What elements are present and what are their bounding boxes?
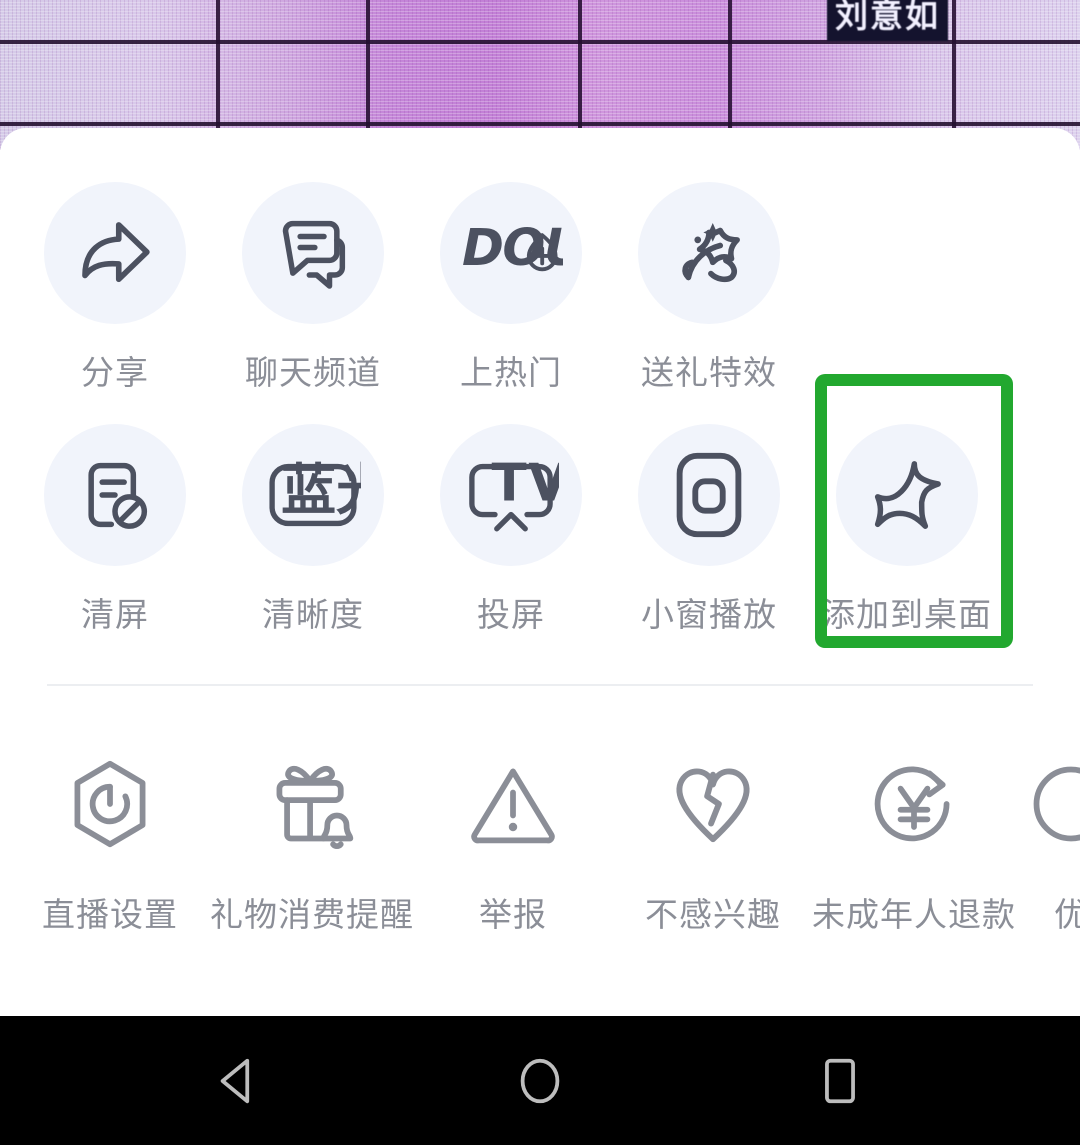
action-label: 送礼特效 (641, 353, 777, 392)
clear-screen-icon (88, 462, 148, 529)
action-grid-row-1: 分享 聊天频道 DO 上热门 送礼特效 (0, 176, 1080, 394)
action-cast[interactable]: TV 投屏 (412, 418, 610, 636)
icon-wrap (258, 750, 366, 858)
action-grid-row-2: 清屏 蓝光 清晰度 TV (0, 374, 1080, 648)
hexagon-gear-icon (74, 760, 146, 848)
pin-icon (874, 461, 941, 529)
tv-cast-icon: TV (469, 454, 559, 532)
action-not-interested[interactable]: 不感兴趣 (614, 750, 812, 936)
icon-wrap (459, 750, 567, 858)
home-circle-icon (520, 1058, 560, 1103)
recents-square-icon (825, 1058, 855, 1103)
action-label: 上热门 (460, 353, 562, 392)
action-live-settings[interactable]: 直播设置 (10, 750, 210, 936)
icon-circle: TV (440, 424, 582, 566)
icon-wrap (56, 750, 164, 858)
icon-circle (638, 182, 780, 324)
android-navigation-bar (0, 1016, 1080, 1145)
action-label: 清屏 (81, 595, 149, 634)
streamer-name-tag: 刘意如 (827, 0, 948, 42)
icon-circle (44, 424, 186, 566)
icon-wrap (860, 750, 968, 858)
action-label: 不感兴趣 (645, 895, 781, 934)
icon-wrap (659, 750, 767, 858)
more-actions-sheet: 分享 聊天频道 DO 上热门 送礼特效 清屏 蓝 清晰度 T 投屏 小窗播放 添… (0, 128, 1080, 1016)
bluray-quality-icon: 蓝光 (269, 458, 361, 527)
clipped-icon (1033, 766, 1080, 842)
action-mini-window[interactable]: 小窗播放 (610, 418, 808, 636)
icon-circle (242, 182, 384, 324)
action-label: 礼物消费提醒 (210, 895, 414, 934)
action-label: 添加到桌面 (822, 595, 992, 634)
icon-circle (836, 424, 978, 566)
action-label: 优 (1054, 895, 1080, 934)
nav-back-button[interactable] (160, 1016, 320, 1145)
yuan-refund-icon (874, 766, 950, 842)
nav-recents-button[interactable] (760, 1016, 920, 1145)
action-label: 投屏 (477, 595, 545, 634)
icon-circle: 蓝光 (242, 424, 384, 566)
share-arrow-icon (82, 222, 150, 283)
dou-plus-icon: DOU (462, 218, 563, 277)
back-triangle-icon (220, 1058, 250, 1103)
action-clear-screen[interactable]: 清屏 (16, 418, 214, 636)
action-label: 聊天频道 (245, 353, 381, 392)
phone-screen: 刘意如 分享 聊天频道 DO 上热门 送礼特效 清屏 蓝 清晰度 T 投屏 小窗… (0, 0, 1080, 1145)
action-minor-refund[interactable]: 未成年人退款 (812, 750, 1016, 936)
action-label: 未成年人退款 (812, 895, 1016, 934)
action-chat-channel[interactable]: 聊天频道 (214, 176, 412, 394)
action-add-to-desktop[interactable]: 添加到桌面 (808, 374, 1013, 648)
warning-triangle-icon (471, 768, 555, 844)
action-label: 举报 (479, 895, 547, 934)
picture-in-picture-icon (676, 452, 742, 538)
icon-wrap (1017, 750, 1080, 858)
action-label: 清晰度 (262, 595, 364, 634)
gift-bell-icon (276, 765, 354, 849)
action-gift-spend-reminder[interactable]: 礼物消费提醒 (210, 750, 414, 936)
broken-heart-icon (676, 768, 750, 843)
nav-home-button[interactable] (460, 1016, 620, 1145)
action-quality[interactable]: 蓝光 清晰度 (214, 418, 412, 636)
action-label: 小窗播放 (641, 595, 777, 634)
action-gift-effect[interactable]: 送礼特效 (610, 176, 808, 394)
icon-circle (44, 182, 186, 324)
bluray-badge-text: 蓝光 (281, 458, 361, 522)
action-share[interactable]: 分享 (16, 176, 214, 394)
action-promote[interactable]: DOU 上热门 (412, 176, 610, 394)
action-grid: 分享 聊天频道 DO 上热门 送礼特效 清屏 蓝 清晰度 T 投屏 小窗播放 添… (0, 128, 1080, 648)
action-label: 直播设置 (42, 895, 178, 934)
gift-effect-star-icon (682, 223, 740, 283)
action-report[interactable]: 举报 (414, 750, 612, 936)
action-clipped-next[interactable]: 优 (1016, 750, 1080, 936)
chat-bubbles-icon (282, 220, 346, 289)
background-grid-line (0, 122, 1080, 126)
tv-badge-text: TV (491, 454, 559, 513)
action-label: 分享 (81, 353, 149, 392)
icon-circle: DOU (440, 182, 582, 324)
icon-circle (638, 424, 780, 566)
secondary-action-strip[interactable]: 直播设置 礼物消费提醒 举报 不感兴趣 未成年人退款 优 (10, 686, 1080, 936)
